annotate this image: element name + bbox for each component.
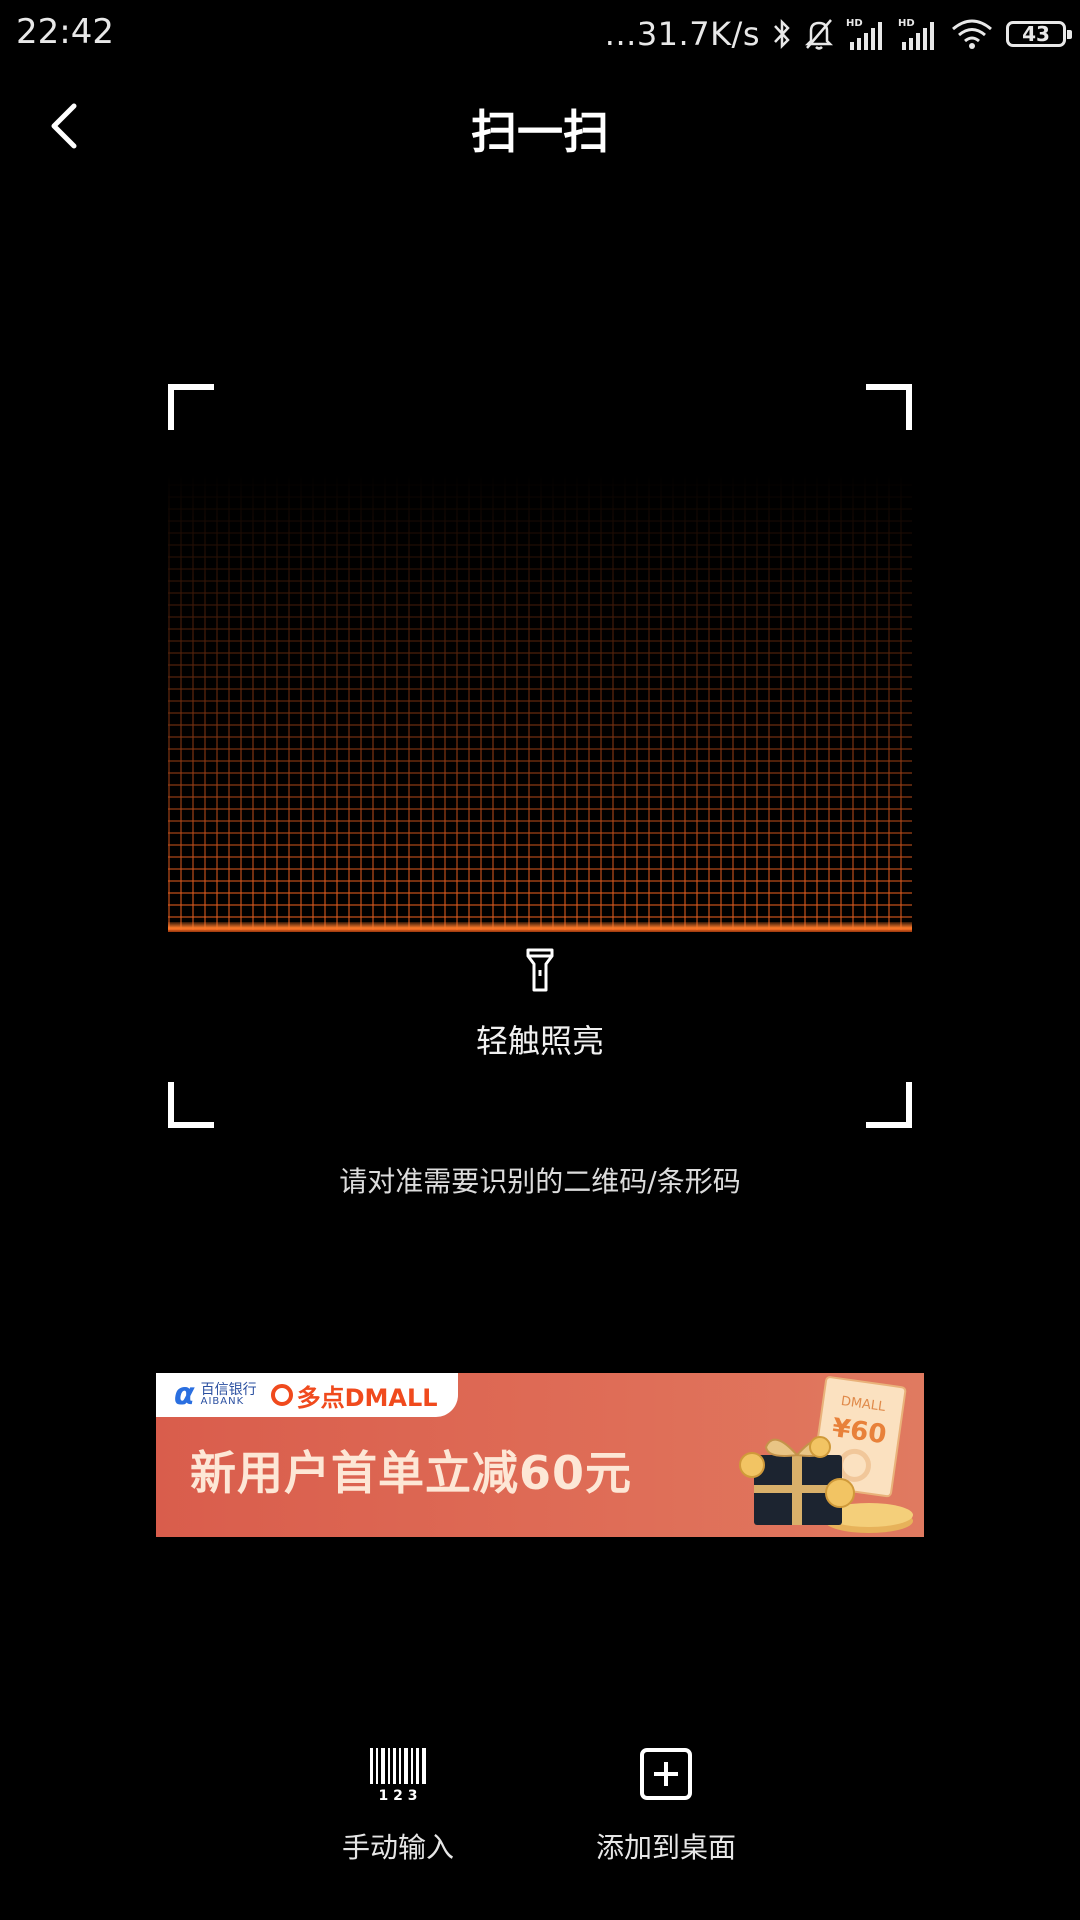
flashlight-icon[interactable] <box>520 946 560 994</box>
page-title: 扫一扫 <box>471 105 609 159</box>
manual-input-button[interactable]: 1 2 3 手动输入 <box>298 1746 498 1866</box>
network-speed: ...31.7K/s <box>604 15 760 53</box>
promo-banner[interactable]: α 百信银行 AIBANK 多点DMALL 新用户首单立减60元 DMALL ¥… <box>156 1373 924 1537</box>
viewfinder-corner-top-right <box>866 384 912 430</box>
brand-logos: α 百信银行 AIBANK 多点DMALL <box>156 1373 458 1417</box>
signal-hd-icon: HD <box>898 18 934 50</box>
svg-text:HD: HD <box>898 18 915 29</box>
svg-text:HD: HD <box>846 18 863 29</box>
add-to-desktop-label: 添加到桌面 <box>595 1831 736 1864</box>
scan-viewfinder: 轻触照亮 <box>168 384 912 1128</box>
manual-input-label: 手动输入 <box>341 1831 454 1864</box>
battery-icon: 43 <box>1006 21 1072 47</box>
gift-coupon-illustration: DMALL ¥60 <box>739 1376 913 1533</box>
flashlight-label[interactable]: 轻触照亮 <box>168 1016 912 1062</box>
dmall-logo: 多点DMALL <box>270 1378 438 1413</box>
scan-line <box>168 922 912 932</box>
status-time: 22:42 <box>16 12 114 52</box>
battery-level: 43 <box>1022 22 1050 46</box>
scan-grid-animation <box>168 474 912 930</box>
add-to-desktop-button[interactable]: 添加到桌面 <box>566 1746 766 1866</box>
barcode-digits: 1 2 3 <box>379 1788 418 1802</box>
viewfinder-corner-bottom-left <box>168 1082 214 1128</box>
mute-bell-icon <box>804 19 834 50</box>
status-bar: 22:42 ...31.7K/s HD HD 43 <box>0 0 1080 70</box>
bank-en-name: AIBANK <box>200 1396 245 1407</box>
wifi-icon <box>952 19 992 49</box>
bank-name: 百信银行 <box>200 1382 257 1398</box>
aibank-logo: α 百信银行 AIBANK <box>174 1377 257 1412</box>
barcode-icon: 1 2 3 <box>370 1748 426 1802</box>
scan-hint: 请对准需要识别的二维码/条形码 <box>339 1165 741 1198</box>
signal-hd-icon: HD <box>846 18 882 50</box>
bluetooth-icon <box>774 18 790 50</box>
viewfinder-corner-top-left <box>168 384 214 430</box>
viewfinder-corner-bottom-right <box>866 1082 912 1128</box>
status-icons: ...31.7K/s HD HD 43 <box>604 10 1072 58</box>
banner-headline: 新用户首单立减60元 <box>190 1446 633 1500</box>
partner-name: 多点DMALL <box>296 1383 438 1412</box>
add-square-icon <box>640 1748 692 1800</box>
